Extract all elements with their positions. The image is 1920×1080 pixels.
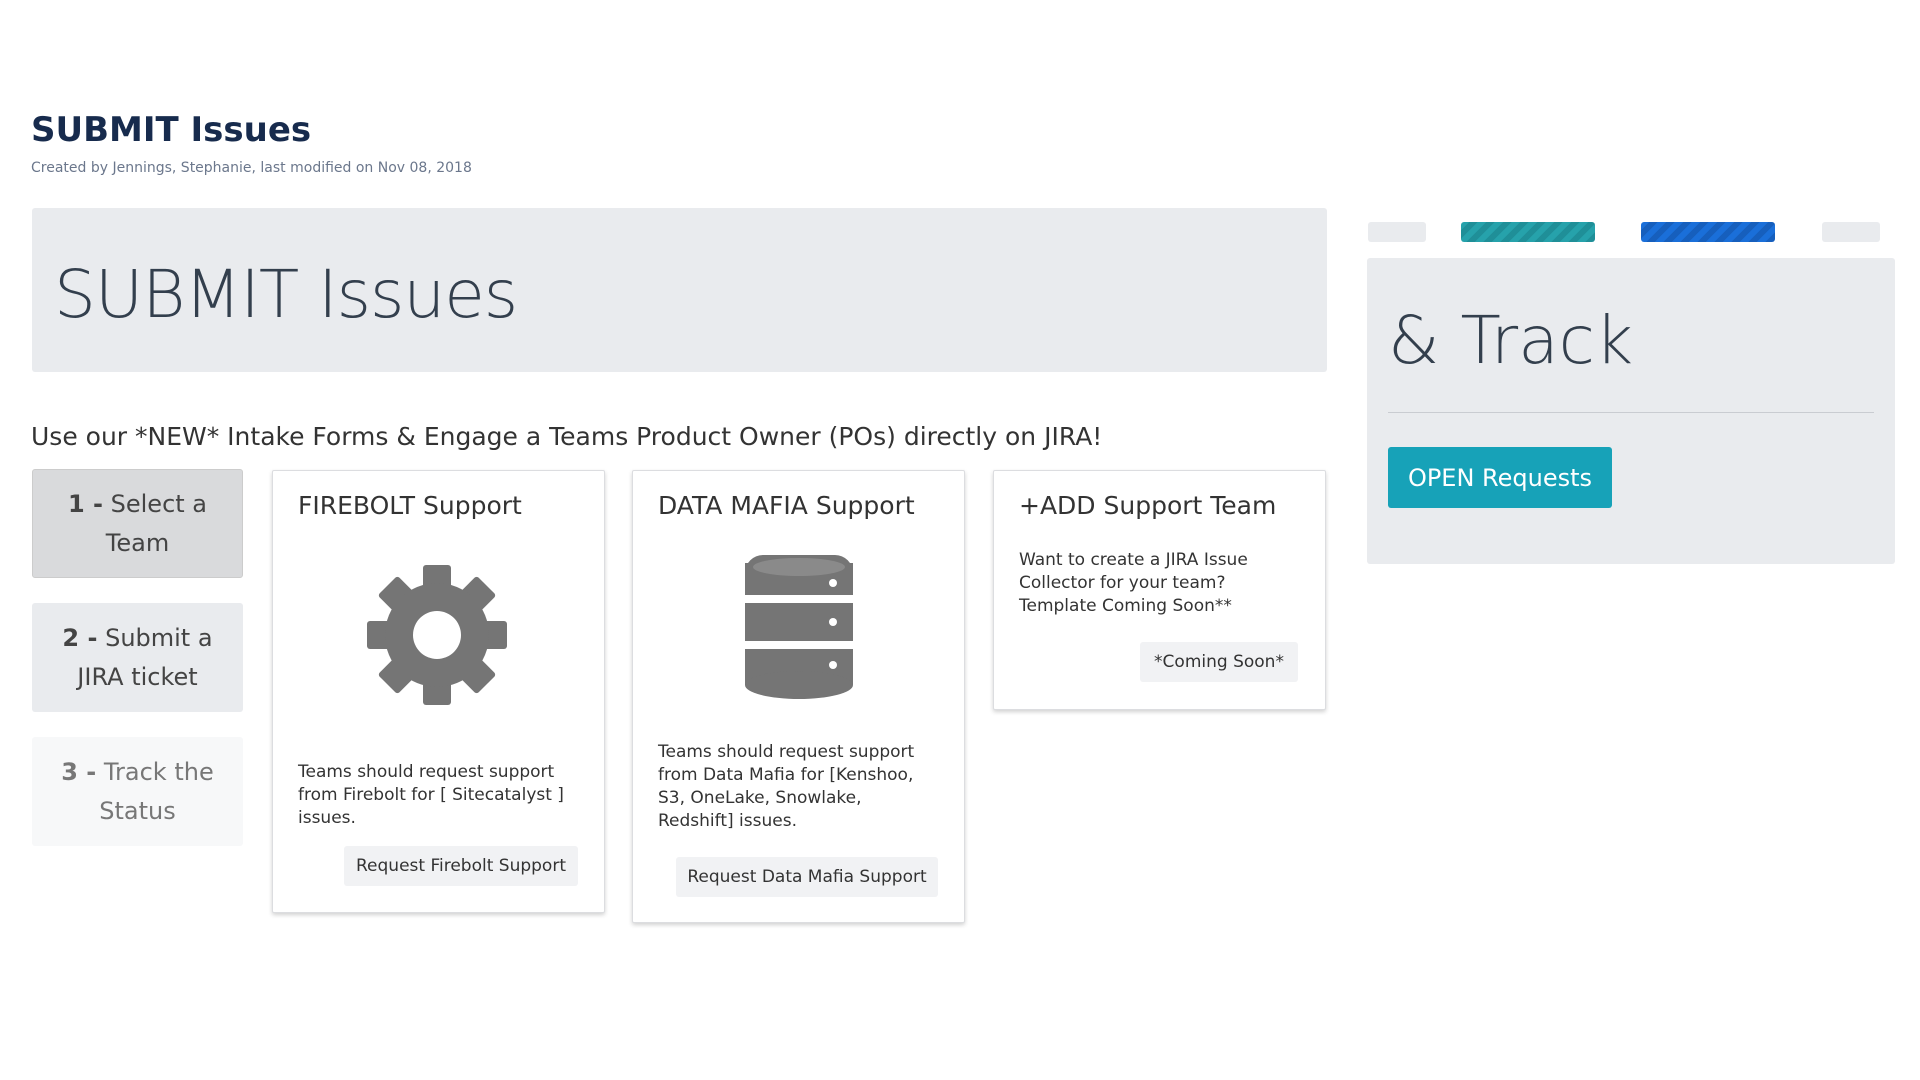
card-title: FIREBOLT Support bbox=[298, 491, 522, 520]
card-title: +ADD Support Team bbox=[1019, 491, 1277, 520]
step-label: Submit a JIRA ticket bbox=[77, 623, 213, 691]
step-submit-ticket[interactable]: 2 - Submit a JIRA ticket bbox=[32, 603, 243, 712]
card-title: DATA MAFIA Support bbox=[658, 491, 915, 520]
tab-2[interactable] bbox=[1461, 222, 1595, 242]
tab-4[interactable] bbox=[1822, 222, 1880, 242]
firebolt-support-card: FIREBOLT Support Teams should request su… bbox=[272, 470, 605, 913]
page: SUBMIT Issues Created by Jennings, Steph… bbox=[0, 0, 1920, 1080]
page-metadata: Created by Jennings, Stephanie, last mod… bbox=[31, 160, 472, 176]
step-number: 3 - bbox=[61, 757, 97, 786]
add-support-team-card: +ADD Support Team Want to create a JIRA … bbox=[993, 470, 1326, 710]
tab-3[interactable] bbox=[1641, 222, 1775, 242]
request-data-mafia-support-button[interactable]: Request Data Mafia Support bbox=[676, 857, 938, 897]
coming-soon-button[interactable]: *Coming Soon* bbox=[1140, 642, 1298, 682]
track-panel: & Track OPEN Requests bbox=[1367, 258, 1895, 564]
step-number: 2 - bbox=[62, 623, 98, 652]
step-number: 1 - bbox=[67, 489, 103, 518]
database-icon bbox=[741, 551, 857, 705]
card-description: Teams should request support from Data M… bbox=[658, 742, 915, 831]
gear-icon bbox=[365, 563, 509, 711]
step-label: Select a Team bbox=[105, 489, 208, 557]
open-requests-button[interactable]: OPEN Requests bbox=[1388, 447, 1612, 508]
step-label: Track the Status bbox=[99, 757, 214, 825]
intro-text: Use our *NEW* Intake Forms & Engage a Te… bbox=[31, 422, 1103, 451]
step-track-status[interactable]: 3 - Track the Status bbox=[32, 737, 243, 846]
divider bbox=[1388, 412, 1874, 413]
card-description: Teams should request support from Firebo… bbox=[298, 762, 564, 828]
step-select-team[interactable]: 1 - Select a Team bbox=[32, 469, 243, 578]
track-title: & Track bbox=[1388, 302, 1634, 379]
hero-title: SUBMIT Issues bbox=[54, 256, 518, 333]
tab-1[interactable] bbox=[1368, 222, 1426, 242]
request-firebolt-support-button[interactable]: Request Firebolt Support bbox=[344, 846, 578, 886]
card-description: Want to create a JIRA Issue Collector fo… bbox=[1019, 550, 1248, 616]
page-title: SUBMIT Issues bbox=[31, 110, 312, 150]
data-mafia-support-card: DATA MAFIA Support Teams should request … bbox=[632, 470, 965, 923]
hero-banner: SUBMIT Issues bbox=[32, 208, 1327, 372]
